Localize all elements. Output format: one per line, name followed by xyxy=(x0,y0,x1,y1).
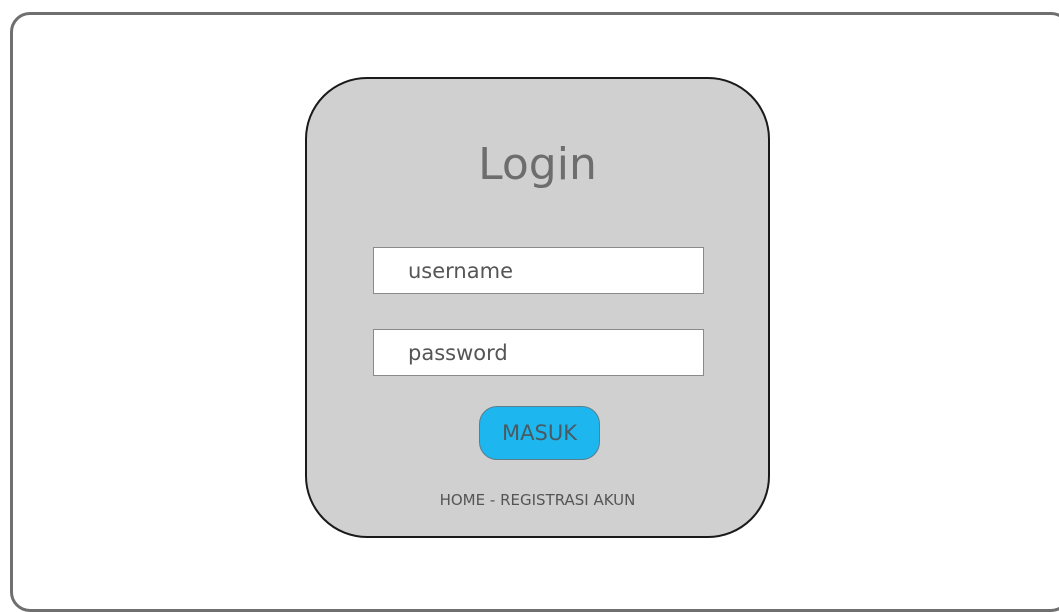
masuk-button[interactable]: MASUK xyxy=(479,406,600,460)
login-title: Login xyxy=(478,139,597,190)
password-input[interactable] xyxy=(373,329,704,376)
login-card: Login MASUK HOME - REGISTRASI AKUN xyxy=(305,77,770,538)
home-link[interactable]: HOME xyxy=(440,491,486,509)
footer-links: HOME - REGISTRASI AKUN xyxy=(307,491,768,509)
username-input[interactable] xyxy=(373,247,704,294)
register-account-link[interactable]: REGISTRASI AKUN xyxy=(500,491,635,509)
link-separator: - xyxy=(485,491,501,509)
